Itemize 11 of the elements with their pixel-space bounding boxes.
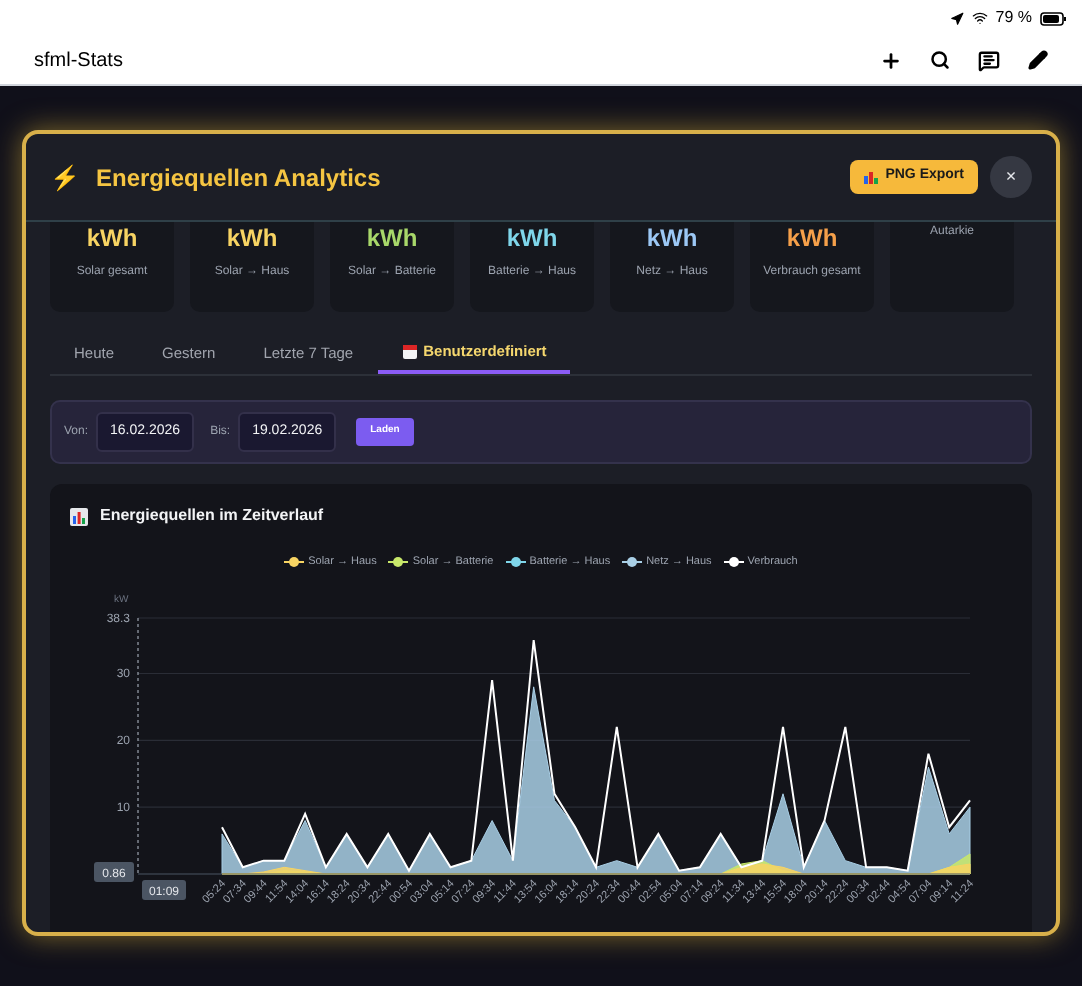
stat-unit: kWh [786, 224, 838, 252]
lightning-icon: ⚡ [50, 159, 80, 195]
battery-percent: 79 % [995, 6, 1032, 30]
chart-title: Energiequellen im Zeitverlauf [100, 504, 324, 528]
stat-unit: kWh [506, 224, 558, 252]
app-title: sfml-Stats [34, 47, 125, 75]
dialog-title: Energiequellen Analytics [96, 161, 383, 195]
stat-unit: kWh [646, 224, 698, 252]
stat-unit: kWh [226, 224, 278, 252]
stat-unit: kWh [86, 224, 138, 252]
stat-unit: kWh [366, 224, 418, 252]
